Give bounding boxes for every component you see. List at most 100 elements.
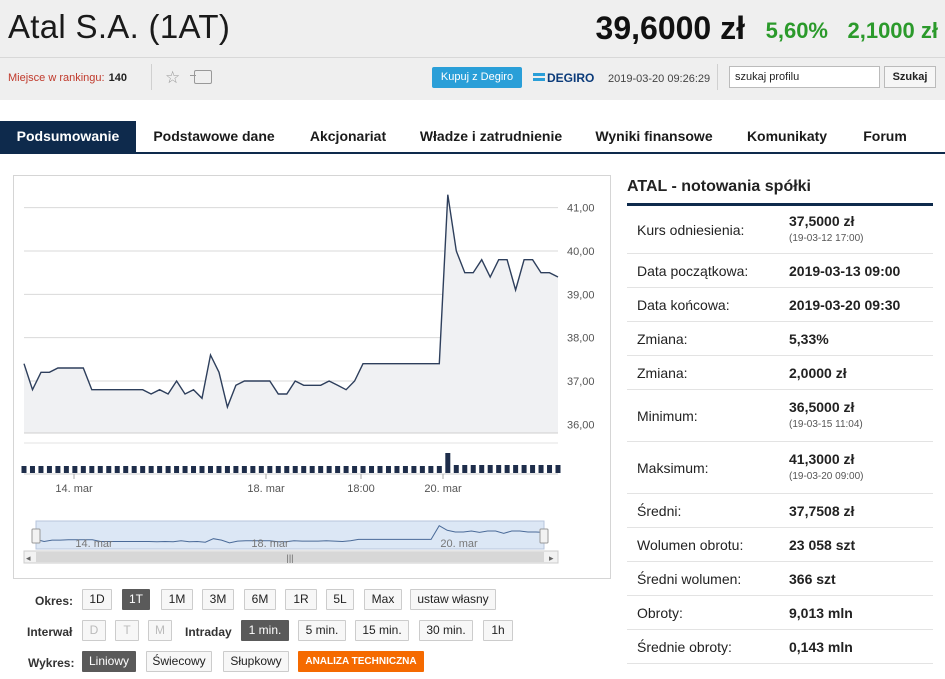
quotes-table: Kurs odniesienia: 37,5000 zł (19-03-12 17:… xyxy=(627,203,933,664)
quotes-row: Maksimum: 41,3000 zł (19-03-20 09:00) xyxy=(627,442,933,494)
period-5l-button[interactable]: 5L xyxy=(326,589,354,610)
volume-bar xyxy=(80,466,86,473)
period-1r-button[interactable]: 1R xyxy=(285,589,317,610)
chart-bar-button[interactable]: Słupkowy xyxy=(223,651,289,672)
ranking-info: Miejsce w rankingu: 140 xyxy=(8,72,127,84)
tab-podsumowanie[interactable]: Podsumowanie xyxy=(0,121,136,152)
interval-t-button[interactable]: T xyxy=(115,620,139,641)
price-chart[interactable]: 41,00 40,00 39,00 38,00 37,00 36,00 14. mar 18.… xyxy=(13,175,611,579)
buy-degiro-button[interactable]: Kupuj z Degiro xyxy=(432,67,522,88)
period-6m-button[interactable]: 6M xyxy=(244,589,276,610)
intraday-1h-button[interactable]: 1h xyxy=(483,620,513,641)
y-tick-label: 40,00 xyxy=(567,246,595,258)
volume-bar xyxy=(140,466,146,473)
volume-bar xyxy=(377,466,383,473)
intraday-5min-button[interactable]: 5 min. xyxy=(298,620,346,641)
chart-candle-button[interactable]: Świecowy xyxy=(146,651,212,672)
period-1t-button[interactable]: 1T xyxy=(122,589,150,610)
volume-bar xyxy=(504,465,510,473)
technical-analysis-button[interactable]: ANALIZA TECHNICZNA xyxy=(298,651,424,672)
volume-bar xyxy=(224,466,230,473)
quotes-row-value: 23 058 szt xyxy=(789,537,856,553)
star-icon[interactable]: ☆ xyxy=(165,68,180,88)
price-alert-icon[interactable] xyxy=(190,70,212,84)
quotes-row-subvalue: (19-03-12 17:00) xyxy=(789,233,864,244)
navigator-label: 20. mar xyxy=(440,538,478,550)
quotes-row-label: Maksimum: xyxy=(637,460,709,476)
quotes-row-value: 37,7508 zł xyxy=(789,503,855,519)
intraday-1min-button[interactable]: 1 min. xyxy=(241,620,289,641)
degiro-logo[interactable]: DEGIRO xyxy=(533,71,594,85)
quotes-row-label: Wolumen obrotu: xyxy=(637,537,744,553)
quotes-row-value: 37,5000 zł xyxy=(789,213,855,229)
quotes-row-value: 9,013 mln xyxy=(789,605,853,621)
tab-forum[interactable]: Forum xyxy=(850,121,920,152)
volume-bar xyxy=(369,466,375,473)
scroll-right-icon[interactable]: ▸ xyxy=(549,553,554,563)
search-button[interactable]: Szukaj xyxy=(884,66,936,88)
volume-bar xyxy=(97,466,103,473)
scroll-left-icon[interactable]: ◂ xyxy=(26,553,31,563)
period-1m-button[interactable]: 1M xyxy=(161,589,193,610)
quotes-row-label: Kurs odniesienia: xyxy=(637,222,745,238)
period-custom-button[interactable]: ustaw własny xyxy=(410,589,496,610)
divider xyxy=(717,64,718,90)
volume-bar xyxy=(445,453,451,473)
quotes-title: ATAL - notowania spółki xyxy=(627,178,811,195)
chart-line-button[interactable]: Liniowy xyxy=(82,651,136,672)
period-max-button[interactable]: Max xyxy=(364,589,402,610)
volume-bar xyxy=(250,466,256,473)
volume-bar xyxy=(352,466,358,473)
quotes-row: Średni: 37,7508 zł xyxy=(627,494,933,528)
intraday-15min-button[interactable]: 15 min. xyxy=(355,620,409,641)
tab-wladze[interactable]: Władze i zatrudnienie xyxy=(408,121,574,152)
interval-m-button[interactable]: M xyxy=(148,620,172,641)
quotes-row: Zmiana: 5,33% xyxy=(627,322,933,356)
y-tick-label: 37,00 xyxy=(567,376,595,388)
navigator-label: 14. mar xyxy=(75,538,113,550)
x-tick-label: 18:00 xyxy=(347,483,375,495)
tab-akcjonariat[interactable]: Akcjonariat xyxy=(295,121,401,152)
period-3m-button[interactable]: 3M xyxy=(202,589,234,610)
volume-bar xyxy=(89,466,95,473)
tab-podstawowe-dane[interactable]: Podstawowe dane xyxy=(140,121,288,152)
current-price: 39,6000 zł xyxy=(595,10,745,46)
interval-d-button[interactable]: D xyxy=(82,620,106,641)
quotes-row: Obroty: 9,013 mln xyxy=(627,596,933,630)
x-tick-label: 20. mar xyxy=(424,483,462,495)
volume-bar xyxy=(55,466,61,473)
volume-bar xyxy=(496,465,502,473)
intraday-30min-button[interactable]: 30 min. xyxy=(419,620,473,641)
ranking-label: Miejsce w rankingu: xyxy=(8,72,105,84)
volume-bar xyxy=(284,466,290,473)
volume-bar xyxy=(479,465,485,473)
degiro-logo-text: DEGIRO xyxy=(547,71,595,85)
quotes-row-label: Minimum: xyxy=(637,408,698,424)
tab-wyniki-finansowe[interactable]: Wyniki finansowe xyxy=(584,121,724,152)
y-tick-label: 38,00 xyxy=(567,333,595,345)
period-1d-button[interactable]: 1D xyxy=(82,589,112,610)
quotes-row-label: Obroty: xyxy=(637,605,683,621)
volume-bar xyxy=(182,466,188,473)
volume-bar xyxy=(114,466,120,473)
quotes-row-label: Zmiana: xyxy=(637,331,688,347)
quotes-row-label: Średnie obroty: xyxy=(637,639,732,655)
navigator-handle[interactable] xyxy=(31,528,41,544)
x-tick-label: 14. mar xyxy=(55,483,93,495)
navigator-handle[interactable] xyxy=(539,528,549,544)
quotes-row-value: 366 szt xyxy=(789,571,836,587)
volume-bar xyxy=(131,466,137,473)
volume-bar xyxy=(148,466,154,473)
volume-bar xyxy=(46,466,52,473)
tab-komunikaty[interactable]: Komunikaty xyxy=(733,121,841,152)
wykres-label: Wykres: xyxy=(28,656,75,670)
volume-bar xyxy=(538,465,544,473)
volume-bar xyxy=(394,466,400,473)
header-divider xyxy=(0,57,945,58)
price-change-absolute: 2,1000 zł xyxy=(847,18,938,43)
volume-bar xyxy=(513,465,519,473)
profile-search-input[interactable] xyxy=(729,66,880,88)
volume-bar xyxy=(275,466,281,473)
chart-canvas[interactable]: 41,00 40,00 39,00 38,00 37,00 36,00 14. mar 18.… xyxy=(14,176,612,580)
quotes-row-subvalue: (19-03-20 09:00) xyxy=(789,471,864,482)
